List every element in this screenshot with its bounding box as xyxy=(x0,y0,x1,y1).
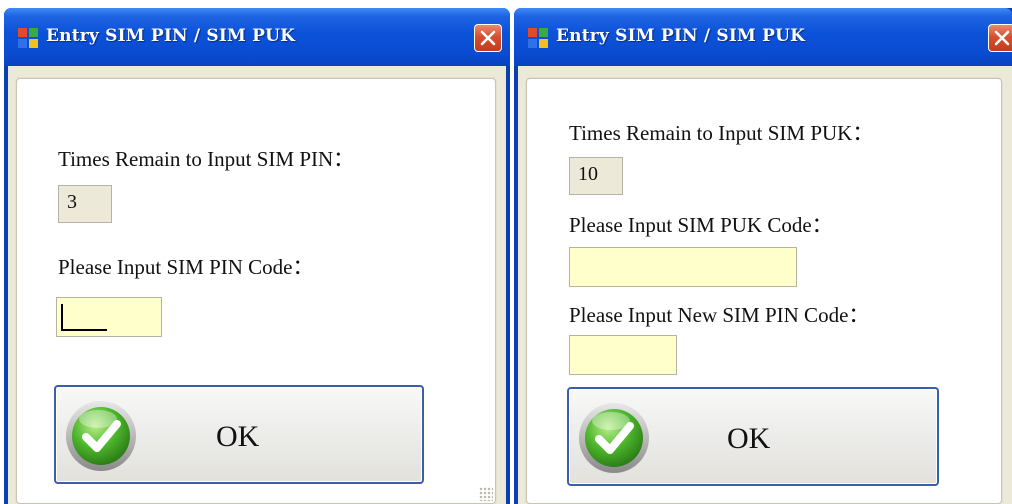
ok-label: OK xyxy=(216,420,260,453)
client-area: Times Remain to Input SIM PUK： 10 Please… xyxy=(518,66,1012,504)
title-bar[interactable]: Entry SIM PIN / SIM PUK xyxy=(4,8,510,66)
ok-label: OK xyxy=(727,422,771,455)
pin-code-input[interactable] xyxy=(56,297,162,337)
times-remain-value: 3 xyxy=(58,185,112,223)
close-x-icon xyxy=(480,30,496,46)
app-window-icon xyxy=(528,28,548,48)
window-title: Entry SIM PIN / SIM PUK xyxy=(46,26,296,46)
puk-code-input[interactable] xyxy=(569,247,797,287)
pin-code-label: Please Input SIM PIN Code： xyxy=(58,255,314,279)
text-caret xyxy=(61,304,63,330)
content-panel: Times Remain to Input SIM PIN： 3 Please … xyxy=(16,78,496,504)
title-bar[interactable]: Entry SIM PIN / SIM PUK xyxy=(514,8,1012,66)
sim-puk-dialog: Entry SIM PIN / SIM PUK Times Remain to … xyxy=(514,8,1012,504)
new-pin-input[interactable] xyxy=(569,335,677,375)
new-pin-label: Please Input New SIM PIN Code： xyxy=(569,303,870,327)
ok-button[interactable]: OK xyxy=(567,387,939,486)
close-button[interactable] xyxy=(988,24,1012,52)
ok-button[interactable]: OK xyxy=(54,385,424,484)
app-window-icon xyxy=(18,28,38,48)
green-checkmark-icon xyxy=(579,403,649,473)
green-checkmark-icon xyxy=(66,401,136,471)
times-remain-value: 10 xyxy=(569,157,623,195)
puk-code-label: Please Input SIM PUK Code： xyxy=(569,213,833,237)
times-remain-label: Times Remain to Input SIM PIN： xyxy=(58,147,355,171)
close-button[interactable] xyxy=(474,24,502,52)
times-remain-label: Times Remain to Input SIM PUK： xyxy=(569,121,874,145)
content-panel: Times Remain to Input SIM PUK： 10 Please… xyxy=(526,78,1002,504)
close-x-icon xyxy=(994,30,1010,46)
text-caret-underline xyxy=(61,329,107,331)
window-title: Entry SIM PIN / SIM PUK xyxy=(556,26,806,46)
resize-grip[interactable] xyxy=(479,487,493,501)
client-area: Times Remain to Input SIM PIN： 3 Please … xyxy=(8,66,506,504)
sim-pin-dialog: Entry SIM PIN / SIM PUK Times Remain to … xyxy=(4,8,510,504)
